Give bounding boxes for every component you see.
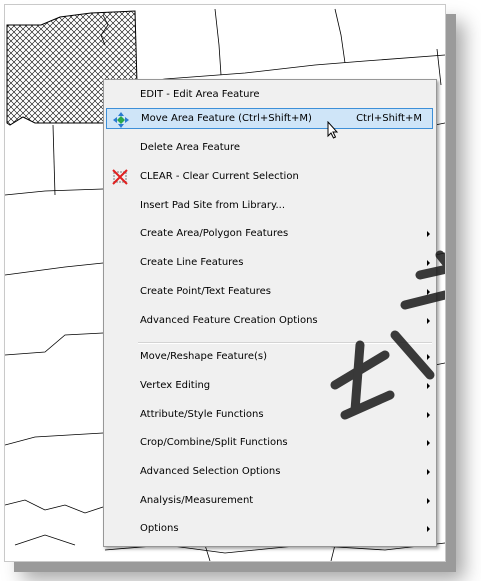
menu-item-label: Analysis/Measurement <box>140 495 254 506</box>
menu-item-label: Crop/Combine/Split Functions <box>140 437 288 448</box>
menu-item[interactable]: Create Line Features <box>106 252 433 273</box>
menu-separator <box>138 342 432 344</box>
submenu-arrow-icon <box>427 354 430 360</box>
submenu-arrow-icon <box>427 526 430 532</box>
menu-item[interactable]: Crop/Combine/Split Functions <box>106 432 433 453</box>
menu-item-label: Vertex Editing <box>140 380 211 391</box>
menu-item-label: Create Line Features <box>140 257 244 268</box>
menu-item[interactable]: Move Area Feature (Ctrl+Shift+M) Ctrl+Shi… <box>106 108 433 129</box>
menu-item[interactable]: Advanced Selection Options <box>106 461 433 482</box>
menu-item-label: Options <box>140 523 179 534</box>
submenu-arrow-icon <box>427 289 430 295</box>
submenu-arrow-icon <box>427 412 430 418</box>
submenu-arrow-icon <box>427 498 430 504</box>
menu-item[interactable]: Delete Area Feature <box>106 137 433 158</box>
menu-item[interactable]: Attribute/Style Functions <box>106 404 433 425</box>
menu-item-label: Attribute/Style Functions <box>140 409 264 420</box>
clear-selection-icon <box>110 167 130 187</box>
menu-item-shortcut: Ctrl+Shift+M <box>356 113 422 124</box>
move-arrows-icon <box>111 110 131 130</box>
menu-item[interactable]: Advanced Feature Creation Options <box>106 310 433 331</box>
menu-item[interactable]: Create Point/Text Features <box>106 281 433 302</box>
menu-item[interactable]: CLEAR - Clear Current Selection <box>106 166 433 187</box>
menu-item-label: CLEAR - Clear Current Selection <box>140 171 299 182</box>
submenu-arrow-icon <box>427 440 430 446</box>
submenu-arrow-icon <box>427 383 430 389</box>
menu-item[interactable]: Options <box>106 518 433 539</box>
menu-item[interactable]: Create Area/Polygon Features <box>106 223 433 244</box>
menu-item-label: EDIT - Edit Area Feature <box>140 89 260 100</box>
context-menu: EDIT - Edit Area Feature Move Area Featur… <box>103 79 437 547</box>
menu-item[interactable]: Analysis/Measurement <box>106 490 433 511</box>
menu-item[interactable]: Insert Pad Site from Library... <box>106 195 433 216</box>
menu-item-label: Move/Reshape Feature(s) <box>140 351 267 362</box>
menu-item-label: Move Area Feature (Ctrl+Shift+M) <box>141 113 312 124</box>
menu-item-label: Delete Area Feature <box>140 142 241 153</box>
submenu-arrow-icon <box>427 231 430 237</box>
menu-item[interactable]: Vertex Editing <box>106 375 433 396</box>
mouse-cursor-icon <box>327 121 339 139</box>
submenu-arrow-icon <box>427 260 430 266</box>
submenu-arrow-icon <box>427 469 430 475</box>
menu-item-label: Create Area/Polygon Features <box>140 228 289 239</box>
menu-item-label: Advanced Selection Options <box>140 466 281 477</box>
screenshot-frame: EDIT - Edit Area Feature Move Area Featur… <box>4 4 446 562</box>
menu-item-label: Advanced Feature Creation Options <box>140 315 318 326</box>
submenu-arrow-icon <box>427 318 430 324</box>
menu-item[interactable]: EDIT - Edit Area Feature <box>106 84 433 105</box>
menu-item[interactable]: Move/Reshape Feature(s) <box>106 346 433 367</box>
menu-item-label: Create Point/Text Features <box>140 286 272 297</box>
menu-item-label: Insert Pad Site from Library... <box>140 200 285 211</box>
